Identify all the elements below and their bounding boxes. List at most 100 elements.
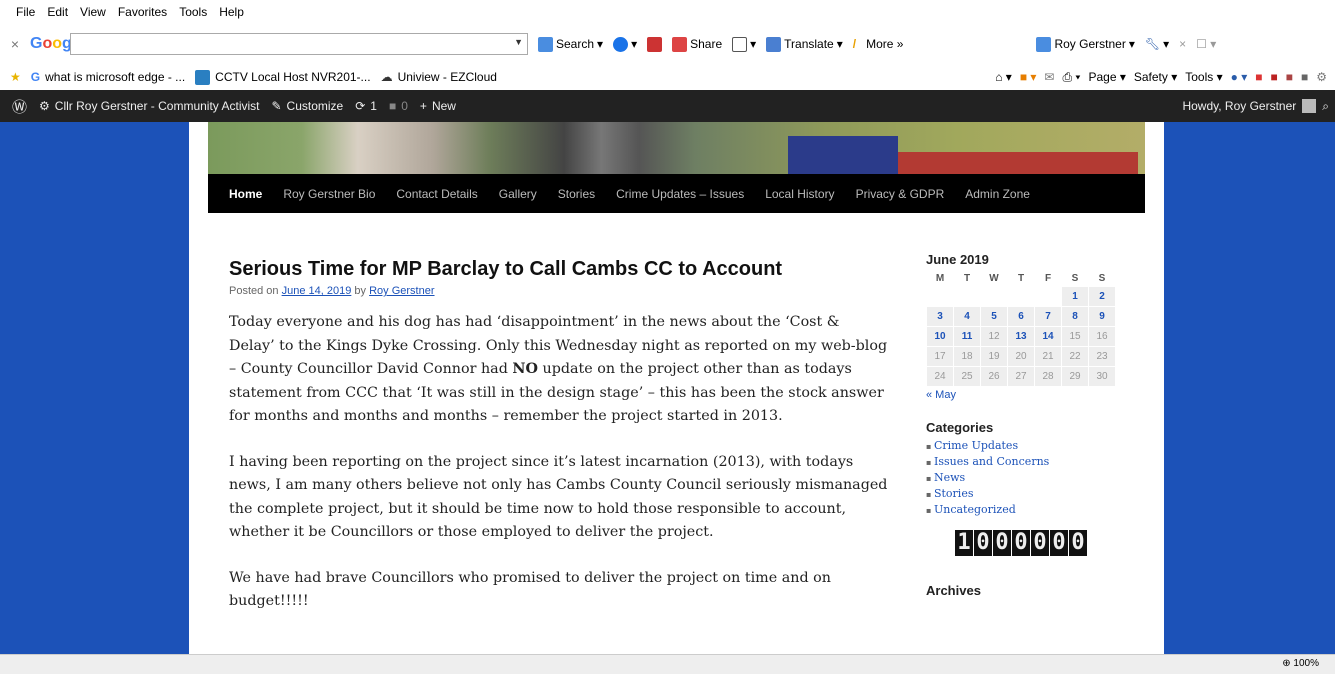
- gmail-icon: [647, 36, 663, 52]
- calendar-day: 20: [1008, 347, 1034, 366]
- translate-button[interactable]: Translate ▾: [766, 36, 843, 52]
- search-button[interactable]: Search ▾: [538, 36, 603, 52]
- more-button[interactable]: More »: [866, 37, 903, 51]
- calendar-day: 12: [981, 327, 1007, 346]
- wordpress-logo-icon[interactable]: Ⓦ: [12, 96, 27, 117]
- search-label: Search: [556, 37, 595, 51]
- wp-account[interactable]: Howdy, Roy Gerstner ⌕: [1182, 90, 1335, 122]
- calendar-day[interactable]: 9: [1089, 307, 1115, 326]
- nav-bio[interactable]: Roy Gerstner Bio: [283, 187, 375, 201]
- tools-menu[interactable]: Tools ▾: [1185, 70, 1222, 84]
- counter-digit: 0: [1031, 530, 1049, 556]
- calendar-day[interactable]: 13: [1008, 327, 1034, 346]
- home-icon[interactable]: ⌂ ▾: [995, 70, 1012, 84]
- calendar-day[interactable]: 11: [954, 327, 980, 346]
- zoom-level[interactable]: ⊕ 100%: [1282, 658, 1319, 669]
- gmail-button[interactable]: [647, 36, 663, 52]
- calendar-day[interactable]: 1: [1062, 287, 1088, 306]
- calendar-day: 16: [1089, 327, 1115, 346]
- menu-favorites[interactable]: Favorites: [118, 5, 167, 19]
- menu-help[interactable]: Help: [219, 5, 244, 19]
- chevron-down-icon[interactable]: ▼: [514, 37, 523, 47]
- wp-customize[interactable]: ✎ Customize: [271, 99, 343, 113]
- help-icon[interactable]: ● ▾: [1231, 70, 1248, 84]
- category-link[interactable]: News: [926, 471, 1126, 484]
- google-search-input[interactable]: ▼: [70, 33, 528, 55]
- bookmark-button[interactable]: ▾: [613, 36, 637, 52]
- category-link[interactable]: Crime Updates: [926, 439, 1126, 452]
- settings-icon[interactable]: ⚙: [1316, 70, 1327, 84]
- favorite-link-3[interactable]: ☁ Uniview - EZCloud: [381, 70, 497, 84]
- nav-admin-zone[interactable]: Admin Zone: [965, 187, 1030, 201]
- nav-gallery[interactable]: Gallery: [499, 187, 537, 201]
- paragraph-1: Today everyone and his dog has had ‘disa…: [229, 314, 888, 424]
- highlighter-button[interactable]: /: [853, 37, 856, 51]
- status-bar: ⊕ 100%: [0, 654, 1335, 674]
- calendar-day[interactable]: 7: [1035, 307, 1061, 326]
- wp-new[interactable]: + New: [420, 99, 456, 113]
- categories-list: Crime Updates Issues and Concerns News S…: [926, 439, 1126, 516]
- cloud-icon: ☁: [380, 70, 393, 84]
- post-meta: Posted on June 14, 2019 by Roy Gerstner: [229, 285, 435, 297]
- flag-image: [788, 136, 898, 174]
- nav-crime-updates[interactable]: Crime Updates – Issues: [616, 187, 744, 201]
- calendar-day[interactable]: 6: [1008, 307, 1034, 326]
- addon-icon-4[interactable]: ■: [1301, 70, 1308, 84]
- menu-edit[interactable]: Edit: [47, 5, 68, 19]
- options-button[interactable]: ☐ ▾: [1196, 37, 1216, 51]
- search-icon[interactable]: ⌕: [1322, 99, 1329, 114]
- calendar-day-header: M: [927, 271, 953, 286]
- calendar-day[interactable]: 5: [981, 307, 1007, 326]
- nav-home[interactable]: Home: [229, 187, 262, 201]
- calendar-day: 24: [927, 367, 953, 386]
- safety-menu[interactable]: Safety ▾: [1134, 70, 1177, 84]
- wp-updates[interactable]: ⟳ 1: [355, 99, 377, 113]
- page-menu[interactable]: Page ▾: [1088, 70, 1125, 84]
- favorite-link-1[interactable]: Gwhat is microsoft edge - ...: [31, 70, 185, 84]
- nav-contact[interactable]: Contact Details: [396, 187, 477, 201]
- close-icon[interactable]: ×: [0, 36, 30, 52]
- post-date-link[interactable]: June 14, 2019: [282, 285, 352, 297]
- category-link[interactable]: Stories: [926, 487, 1126, 500]
- print-icon[interactable]: ⎙ ▾: [1062, 70, 1080, 85]
- translate-label: Translate: [784, 37, 834, 51]
- post-body: Today everyone and his dog has had ‘disa…: [229, 311, 889, 614]
- share-button[interactable]: Share: [672, 36, 722, 52]
- avatar: [1302, 99, 1317, 113]
- calendar-day[interactable]: 2: [1089, 287, 1115, 306]
- close-toolbar-button[interactable]: ×: [1179, 37, 1186, 51]
- more-label: More »: [866, 37, 904, 51]
- feeds-icon[interactable]: ■ ▾: [1020, 70, 1037, 84]
- category-link[interactable]: Uncategorized: [926, 503, 1126, 516]
- counter-digit: 0: [1012, 530, 1030, 556]
- addon-icon-1[interactable]: ■: [1255, 70, 1262, 84]
- calendar-day[interactable]: 4: [954, 307, 980, 326]
- addon-icon-3[interactable]: ■: [1286, 70, 1293, 84]
- popup-button[interactable]: ▾: [732, 36, 756, 52]
- post-title[interactable]: Serious Time for MP Barclay to Call Camb…: [229, 258, 889, 281]
- wrench-button[interactable]: 🔧︎ ▾: [1145, 37, 1169, 51]
- addon-icon-2[interactable]: ■: [1270, 70, 1277, 84]
- post-author-link[interactable]: Roy Gerstner: [369, 285, 434, 297]
- calendar-day[interactable]: 14: [1035, 327, 1061, 346]
- wp-comments[interactable]: ■ 0: [389, 99, 408, 113]
- menu-view[interactable]: View: [80, 5, 106, 19]
- calendar-day: 18: [954, 347, 980, 366]
- calendar-day[interactable]: 10: [927, 327, 953, 346]
- nav-stories[interactable]: Stories: [558, 187, 595, 201]
- user-menu[interactable]: Roy Gerstner ▾: [1036, 36, 1135, 52]
- category-link[interactable]: Issues and Concerns: [926, 455, 1126, 468]
- menu-file[interactable]: File: [16, 5, 35, 19]
- nav-privacy[interactable]: Privacy & GDPR: [856, 187, 945, 201]
- calendar-day[interactable]: 3: [927, 307, 953, 326]
- mail-icon[interactable]: ✉: [1044, 70, 1054, 84]
- calendar-prev-link[interactable]: « May: [926, 389, 1126, 401]
- wp-site-name[interactable]: ⚙ Cllr Roy Gerstner - Community Activist: [39, 99, 259, 113]
- google-toolbar: × Google ▼ Search▾ ▾ Share ▾ Translate▾ …: [0, 24, 1335, 64]
- calendar-day[interactable]: 8: [1062, 307, 1088, 326]
- favorites-star-icon[interactable]: ★: [10, 70, 21, 84]
- nav-local-history[interactable]: Local History: [765, 187, 834, 201]
- calendar-empty: [927, 287, 953, 306]
- menu-tools[interactable]: Tools: [179, 5, 207, 19]
- favorite-link-2[interactable]: CCTV Local Host NVR201-...: [195, 69, 371, 85]
